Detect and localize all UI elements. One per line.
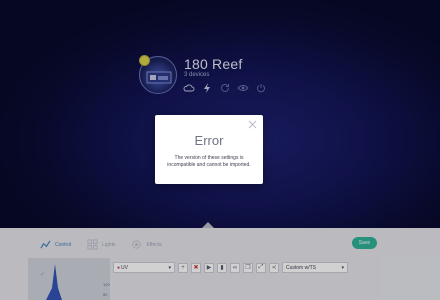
error-dialog: Error The version of these settings is i… (155, 115, 263, 184)
dialog-title: Error (194, 133, 224, 148)
dialog-message: The version of these settings is incompa… (167, 155, 251, 168)
close-icon[interactable] (248, 120, 257, 129)
